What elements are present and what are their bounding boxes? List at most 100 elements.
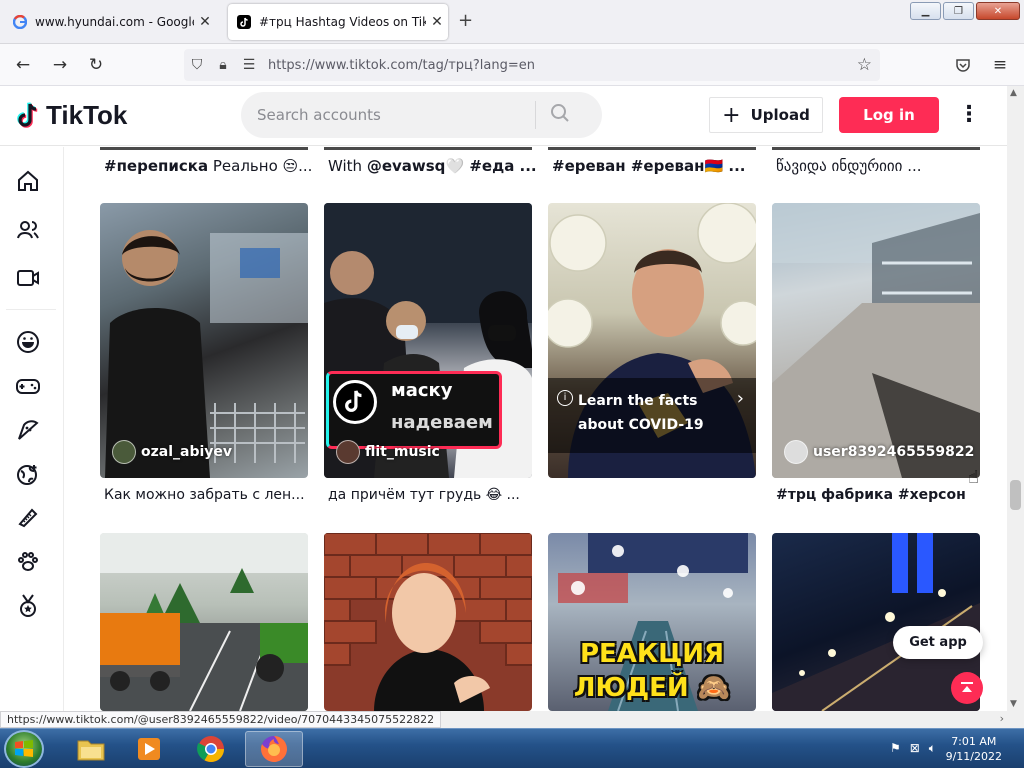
start-button[interactable] xyxy=(4,730,44,768)
beauty-icon[interactable] xyxy=(14,504,42,532)
video-caption[interactable]: да причём тут грудь 😂 ... xyxy=(328,487,538,503)
video-card[interactable] xyxy=(772,533,980,711)
overlay-text: РЕАКЦИЯ ЛЮДЕЙ 🙈 xyxy=(548,637,756,705)
video-thumbnail-partial[interactable] xyxy=(100,147,308,150)
menu-icon[interactable]: ≡ xyxy=(987,52,1013,78)
video-author[interactable]: user8392465559822 xyxy=(784,440,974,464)
windows-taskbar: ⚑ ⊠ 🔈︎ 7:01 AM 9/11/2022 xyxy=(0,728,1024,768)
video-card[interactable]: ozal_abiyev xyxy=(100,203,308,478)
video-thumbnail xyxy=(100,533,308,711)
hashtag[interactable]: 🤍 #еда ... xyxy=(445,157,536,175)
video-author[interactable]: flit_music xyxy=(336,440,440,464)
tiktok-icon xyxy=(236,14,252,30)
caption-text: 🇦🇲 ... xyxy=(704,157,746,175)
video-card[interactable]: i Learn the facts about COVID-19 › xyxy=(548,203,756,478)
covid-banner[interactable]: i Learn the facts about COVID-19 › xyxy=(548,378,756,453)
gaming-icon[interactable] xyxy=(14,372,42,400)
network-icon[interactable]: ⊠ xyxy=(910,741,920,756)
folder-icon xyxy=(77,740,105,761)
media-player-button[interactable] xyxy=(120,731,178,767)
permissions-icon[interactable]: ☰ xyxy=(236,57,262,73)
close-tab-icon[interactable]: ✕ xyxy=(426,14,448,30)
video-card[interactable] xyxy=(324,533,532,711)
author-name: flit_music xyxy=(365,444,440,460)
scroll-up-icon[interactable]: ▲ xyxy=(1010,88,1017,98)
search-icon[interactable] xyxy=(550,103,570,127)
overlay-line: РЕАКЦИЯ xyxy=(579,639,725,669)
caption-text: Реально 😒... xyxy=(208,157,313,175)
video-caption[interactable]: #переписка Реально 😒... xyxy=(104,157,314,175)
close-tab-icon[interactable]: ✕ xyxy=(194,14,216,30)
file-explorer-button[interactable] xyxy=(62,731,120,767)
lock-icon[interactable]: 🔒︎ xyxy=(210,57,236,73)
url-text[interactable]: https://www.tiktok.com/tag/трц?lang=en xyxy=(268,58,535,73)
video-card[interactable]: РЕАКЦИЯ ЛЮДЕЙ 🙈 xyxy=(548,533,756,711)
scroll-to-top-button[interactable] xyxy=(951,672,983,704)
home-icon[interactable] xyxy=(14,167,42,195)
window-controls: ▁ ❐ ✕ xyxy=(910,2,1020,20)
minimize-button[interactable]: ▁ xyxy=(910,2,941,20)
video-thumbnail-partial[interactable] xyxy=(324,147,532,150)
food-icon[interactable] xyxy=(14,416,42,444)
action-center-icon[interactable]: ⚑ xyxy=(890,741,901,756)
video-caption[interactable]: #ереван #ереван🇦🇲 ... xyxy=(552,157,762,175)
more-options-icon[interactable]: ⋮ xyxy=(958,102,980,127)
video-card[interactable]: маску надеваем flit_music xyxy=(324,203,532,478)
back-icon[interactable]: ← xyxy=(10,52,36,78)
scroll-right-icon[interactable]: › xyxy=(1000,712,1004,725)
logo-text: TikTok xyxy=(46,100,128,130)
vertical-scrollbar[interactable]: ▲ ▼ xyxy=(1007,86,1024,711)
tiktok-page: TikTok + Upload Log in ⋮ xyxy=(0,86,1007,711)
reload-icon[interactable]: ↻ xyxy=(83,52,109,78)
following-icon[interactable] xyxy=(14,216,42,244)
chevron-right-icon: › xyxy=(736,388,744,409)
info-icon: i xyxy=(557,390,573,406)
video-thumbnail xyxy=(772,203,980,478)
mention[interactable]: @evawsq xyxy=(367,157,446,175)
get-app-button[interactable]: Get app xyxy=(893,626,983,659)
hashtag[interactable]: #переписка xyxy=(104,157,208,175)
tab-hyundai[interactable]: www.hyundai.com - Google Sea ✕ xyxy=(6,4,216,40)
chrome-icon xyxy=(197,736,225,763)
firefox-button[interactable] xyxy=(245,731,303,767)
chrome-button[interactable] xyxy=(182,731,240,767)
search-input[interactable] xyxy=(257,106,527,124)
tourism-icon[interactable] xyxy=(14,460,42,488)
bookmark-star-icon[interactable]: ☆ xyxy=(857,55,872,75)
clock-time: 7:01 AM xyxy=(951,735,997,748)
upload-button[interactable]: + Upload xyxy=(709,97,823,133)
scrollbar-thumb[interactable] xyxy=(1010,480,1021,510)
video-caption[interactable]: Как можно забрать с лен... xyxy=(104,487,314,503)
url-bar[interactable]: ⛉ 🔒︎ ☰ https://www.tiktok.com/tag/трц?la… xyxy=(184,49,880,81)
pocket-icon[interactable] xyxy=(950,52,976,78)
video-caption[interactable]: With @evawsq🤍 #еда ... xyxy=(328,157,538,175)
tab-tiktok[interactable]: #трц Hashtag Videos on TikTok ✕ xyxy=(228,4,448,40)
overlay-text: надеваем xyxy=(391,412,493,433)
video-caption[interactable]: წავიდა ინდურიიი ... xyxy=(776,157,986,175)
login-button[interactable]: Log in xyxy=(839,97,939,133)
video-card[interactable]: user8392465559822 xyxy=(772,203,980,478)
forward-icon[interactable]: → xyxy=(47,52,73,78)
video-caption[interactable]: #трц фабрика #херсон xyxy=(776,487,986,503)
caption-text: წავიდა ინდურიიი ... xyxy=(776,157,922,175)
tiktok-logo-icon xyxy=(17,101,38,128)
plus-icon: + xyxy=(722,102,741,128)
animals-icon[interactable] xyxy=(14,548,42,576)
browser-tab-strip: www.hyundai.com - Google Sea ✕ #трц Hash… xyxy=(0,0,1024,44)
close-window-button[interactable]: ✕ xyxy=(976,2,1020,20)
hashtag[interactable]: #ереван #ереван xyxy=(552,157,704,175)
video-thumbnail-partial[interactable] xyxy=(772,147,980,150)
video-author[interactable]: ozal_abiyev xyxy=(112,440,232,464)
comedy-icon[interactable] xyxy=(14,328,42,356)
live-icon[interactable] xyxy=(14,264,42,292)
video-card[interactable] xyxy=(100,533,308,711)
clock[interactable]: 7:01 AM 9/11/2022 xyxy=(946,734,1002,764)
new-tab-button[interactable]: + xyxy=(458,10,473,31)
scroll-down-icon[interactable]: ▼ xyxy=(1010,699,1017,709)
video-thumbnail-partial[interactable] xyxy=(548,147,756,150)
tiktok-logo[interactable]: TikTok xyxy=(16,100,127,131)
shield-icon[interactable]: ⛉ xyxy=(184,57,210,73)
sports-icon[interactable] xyxy=(14,592,42,620)
maximize-button[interactable]: ❐ xyxy=(943,2,974,20)
volume-icon[interactable]: 🔈︎ xyxy=(929,741,936,756)
